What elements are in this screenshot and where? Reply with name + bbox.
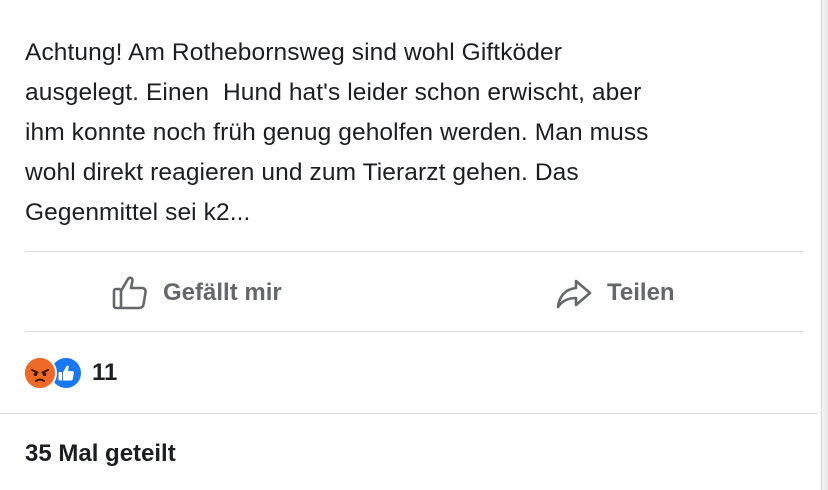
divider bbox=[25, 331, 804, 332]
divider bbox=[0, 413, 828, 414]
share-button-label: Teilen bbox=[607, 279, 675, 306]
post-text-line: Gegenmittel sei k2... bbox=[25, 199, 251, 226]
share-arrow-icon bbox=[555, 274, 593, 312]
reaction-count: 11 bbox=[92, 359, 118, 386]
reactions-summary[interactable]: 11 bbox=[23, 356, 118, 390]
like-button-label: Gefällt mir bbox=[163, 279, 282, 306]
thumbs-up-outline-icon bbox=[111, 274, 149, 312]
post-text: Achtung! Am Rothebornsweg sind wohl Gift… bbox=[25, 33, 815, 233]
share-button[interactable]: Teilen bbox=[555, 270, 675, 316]
post-text-line: ihm konnte noch früh genug geholfen werd… bbox=[25, 119, 649, 146]
like-button[interactable]: Gefällt mir bbox=[111, 270, 282, 316]
post-text-line: Achtung! Am Rothebornsweg sind wohl Gift… bbox=[25, 39, 562, 66]
divider bbox=[25, 251, 804, 252]
post-text-line: wohl direkt reagieren und zum Tierarzt g… bbox=[25, 159, 579, 186]
share-count[interactable]: 35 Mal geteilt bbox=[25, 440, 176, 468]
angry-reaction-icon bbox=[23, 356, 57, 390]
scrollbar[interactable] bbox=[818, 0, 828, 490]
post-text-line: ausgelegt. Einen Hund hat's leider schon… bbox=[25, 79, 642, 106]
